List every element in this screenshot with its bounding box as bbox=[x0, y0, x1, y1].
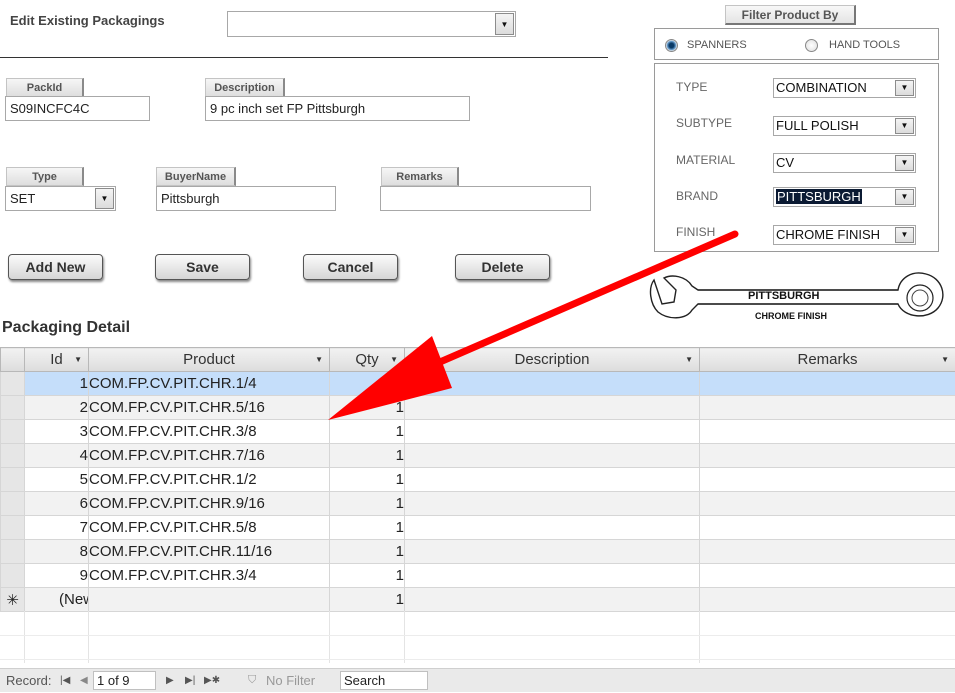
last-record-icon[interactable]: ▶| bbox=[185, 675, 195, 686]
record-number-field[interactable]: 1 of 9 bbox=[93, 671, 156, 690]
annotation-arrow bbox=[328, 230, 739, 420]
record-navigation-bar: Record: |◀ ◀ 1 of 9 ▶ ▶| ▶✱ ⛉ No Filter … bbox=[0, 668, 955, 692]
no-filter-label[interactable]: No Filter bbox=[266, 673, 315, 688]
new-record-icon[interactable]: ▶✱ bbox=[204, 675, 220, 686]
next-record-icon[interactable]: ▶ bbox=[166, 675, 174, 686]
funnel-filter-icon: ⛉ bbox=[248, 674, 257, 686]
previous-record-icon[interactable]: ◀ bbox=[80, 675, 88, 686]
search-input[interactable]: Search bbox=[340, 671, 428, 690]
record-label: Record: bbox=[6, 673, 52, 688]
first-record-icon[interactable]: |◀ bbox=[60, 675, 70, 686]
